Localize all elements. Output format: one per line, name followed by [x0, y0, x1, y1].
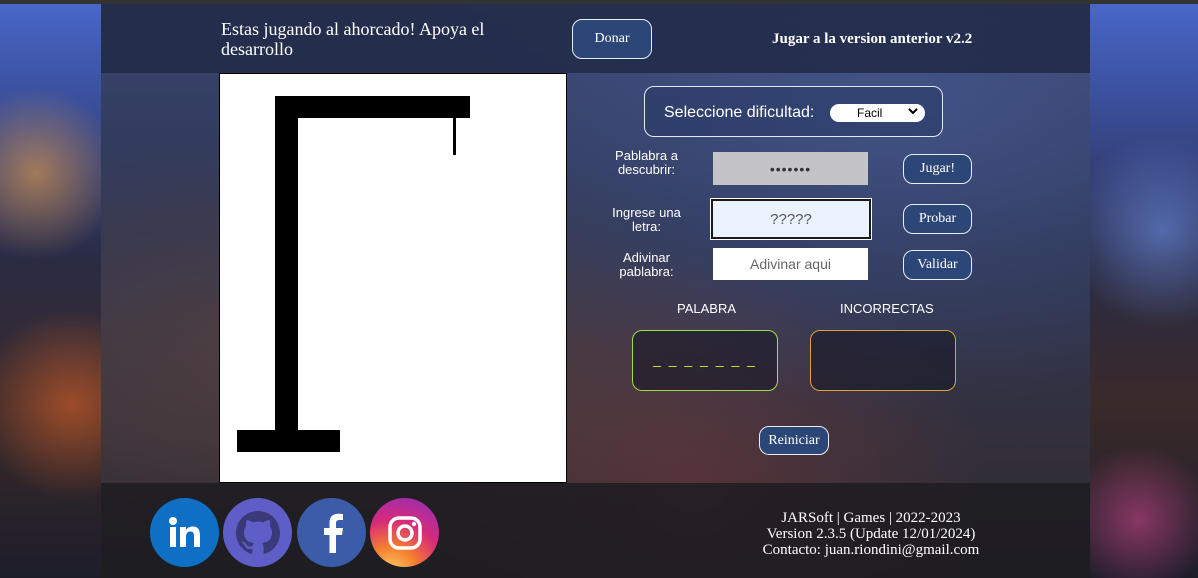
gallows-drawing	[237, 96, 470, 452]
footer: JARSoft | Games | 2022-2023 Version 2.3.…	[101, 483, 1090, 578]
word-heading: PALABRA	[677, 301, 737, 316]
facebook-icon[interactable]	[297, 498, 366, 567]
secret-word-input[interactable]: •••••••	[713, 152, 868, 185]
restart-button[interactable]: Reiniciar	[759, 426, 829, 455]
secret-word-label: Pablabra a descubrir:	[615, 148, 678, 177]
page-title: Estas jugando al ahorcado! Apoya el desa…	[221, 19, 485, 59]
guess-word-label: Adivinar pablabra:	[619, 250, 674, 279]
header: Estas jugando al ahorcado! Apoya el desa…	[101, 4, 1090, 73]
gallows-post	[275, 96, 298, 438]
main-panel: Estas jugando al ahorcado! Apoya el desa…	[101, 4, 1090, 578]
difficulty-label: Seleccione dificultad:	[664, 104, 815, 121]
footer-contact: Contacto: juan.riondini@gmail.com	[762, 542, 980, 558]
validate-button[interactable]: Validar	[903, 250, 972, 280]
footer-version: Version 2.3.5 (Update 12/01/2024)	[766, 526, 976, 542]
footer-brand: JARSoft | Games | 2022-2023	[781, 510, 961, 526]
try-letter-button[interactable]: Probar	[903, 204, 972, 234]
hangman-canvas	[219, 73, 567, 483]
word-box: _ _ _ _ _ _ _	[632, 330, 778, 391]
donate-button[interactable]: Donar	[572, 19, 652, 59]
letter-input[interactable]: ?????	[711, 199, 871, 239]
difficulty-panel: Seleccione dificultad: Facil	[644, 86, 943, 137]
gallows-beam	[275, 96, 470, 118]
footer-info: JARSoft | Games | 2022-2023 Version 2.3.…	[721, 510, 1021, 558]
gallows-rope	[453, 118, 456, 155]
chevron-down-icon	[907, 105, 919, 120]
difficulty-select[interactable]: Facil	[830, 104, 925, 122]
difficulty-selected-value: Facil	[857, 106, 883, 120]
previous-version-link[interactable]: Jugar a la version anterior v2.2	[772, 31, 972, 48]
play-button[interactable]: Jugar!	[903, 154, 972, 184]
linkedin-icon[interactable]	[150, 498, 219, 567]
word-display: _ _ _ _ _ _ _	[653, 351, 757, 367]
wrong-letters-box	[810, 330, 956, 391]
instagram-icon[interactable]	[370, 498, 439, 567]
guess-word-input[interactable]: Adivinar aqui	[713, 248, 868, 280]
letter-label: Ingrese una letra:	[612, 205, 681, 234]
wrong-letters-heading: INCORRECTAS	[840, 301, 934, 316]
github-icon[interactable]	[223, 498, 292, 567]
